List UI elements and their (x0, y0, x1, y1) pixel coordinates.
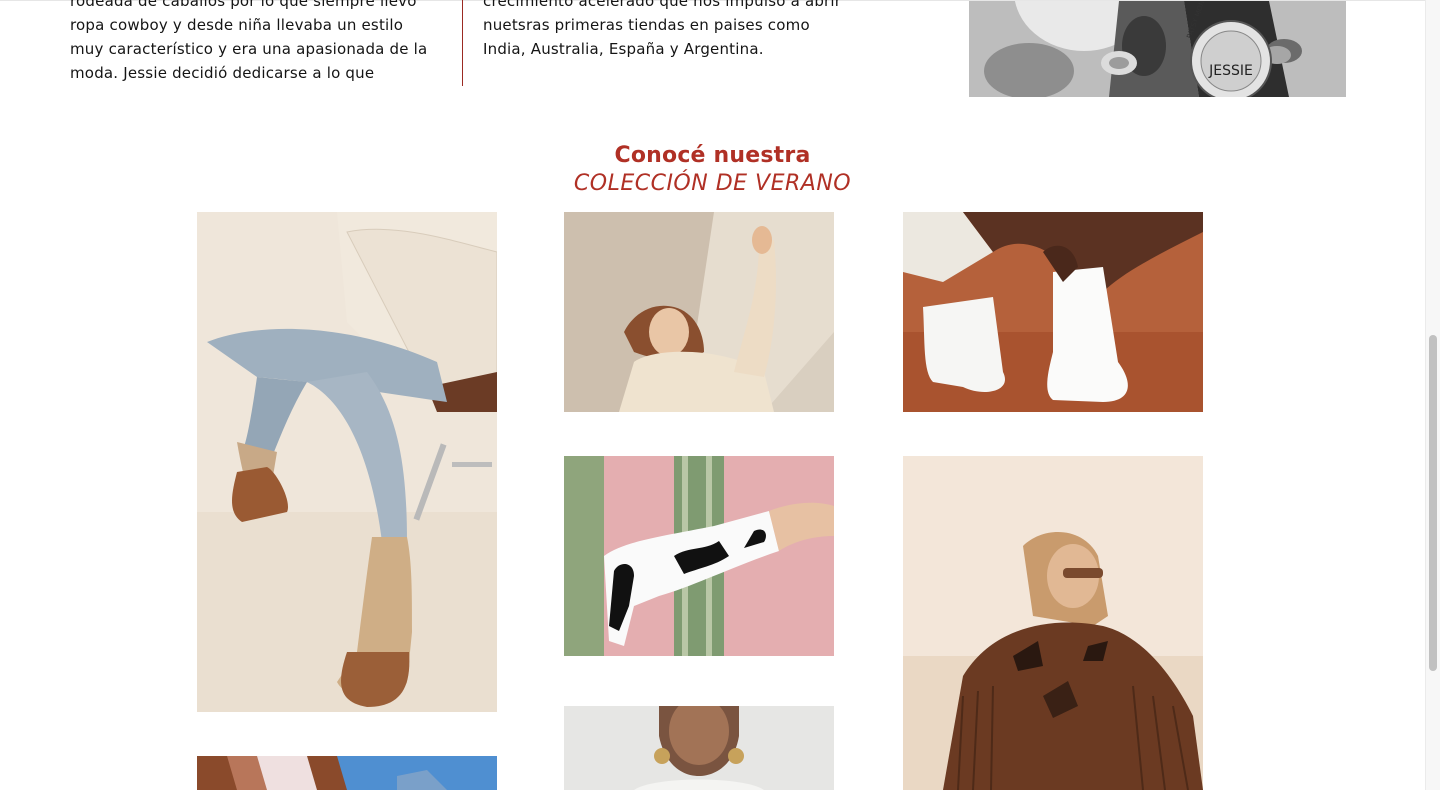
badge-name-text: JESSIE (1208, 63, 1253, 79)
photo-illustration (903, 212, 1203, 412)
intro-middle-column: crecimiento acelerado que nos impulsó a … (483, 0, 855, 61)
intro-left-line: ropa cowboy y desde niña llevaba un esti… (70, 16, 404, 34)
gallery-image-boots-sky[interactable] (197, 756, 497, 790)
intro-left-line: rodeada de caballos por lo que siempre l… (70, 0, 417, 10)
column-divider (462, 0, 463, 86)
collection-heading: Conocé nuestra COLECCIÓN DE VERANO (0, 142, 1425, 198)
collection-subtitle: COLECCIÓN DE VERANO (573, 171, 852, 196)
intro-middle-line: India, Australia, España y Argentina. (483, 40, 764, 58)
gallery-image-boot-cactus[interactable] (564, 456, 834, 656)
gallery-image-fringe-jacket[interactable] (903, 456, 1203, 790)
intro-middle-line: nuetsras primeras tiendas en paises como (483, 16, 810, 34)
photo-illustration (197, 212, 497, 712)
intro-left-column: rodeada de caballos por lo que siempre l… (70, 0, 442, 85)
collection-title: Conocé nuestra (614, 143, 811, 168)
intro-middle-line: crecimiento acelerado que nos impulsó a … (483, 0, 842, 10)
page: rodeada de caballos por lo que siempre l… (0, 0, 1440, 790)
gallery-image-portrait[interactable] (564, 706, 834, 790)
photo-illustration (564, 212, 834, 412)
photo-illustration (564, 456, 834, 656)
gallery-image-white-boots[interactable] (903, 212, 1203, 412)
intro-left-line: muy característico y era una apasionada … (70, 40, 428, 58)
jessie-photo-illustration: PATSY MONTANA AWARD JESSIE (969, 1, 1346, 97)
gallery-image-boots-jeans[interactable] (197, 212, 497, 712)
photo-illustration (903, 456, 1203, 790)
jessie-photo: PATSY MONTANA AWARD JESSIE (969, 1, 1346, 97)
gallery-image-woman-light[interactable] (564, 212, 834, 412)
photo-illustration (197, 756, 497, 790)
page-scrollbar-thumb[interactable] (1429, 335, 1437, 671)
intro-left-line: moda. Jessie decidió dedicarse a lo que (70, 64, 375, 82)
photo-illustration (564, 706, 834, 790)
